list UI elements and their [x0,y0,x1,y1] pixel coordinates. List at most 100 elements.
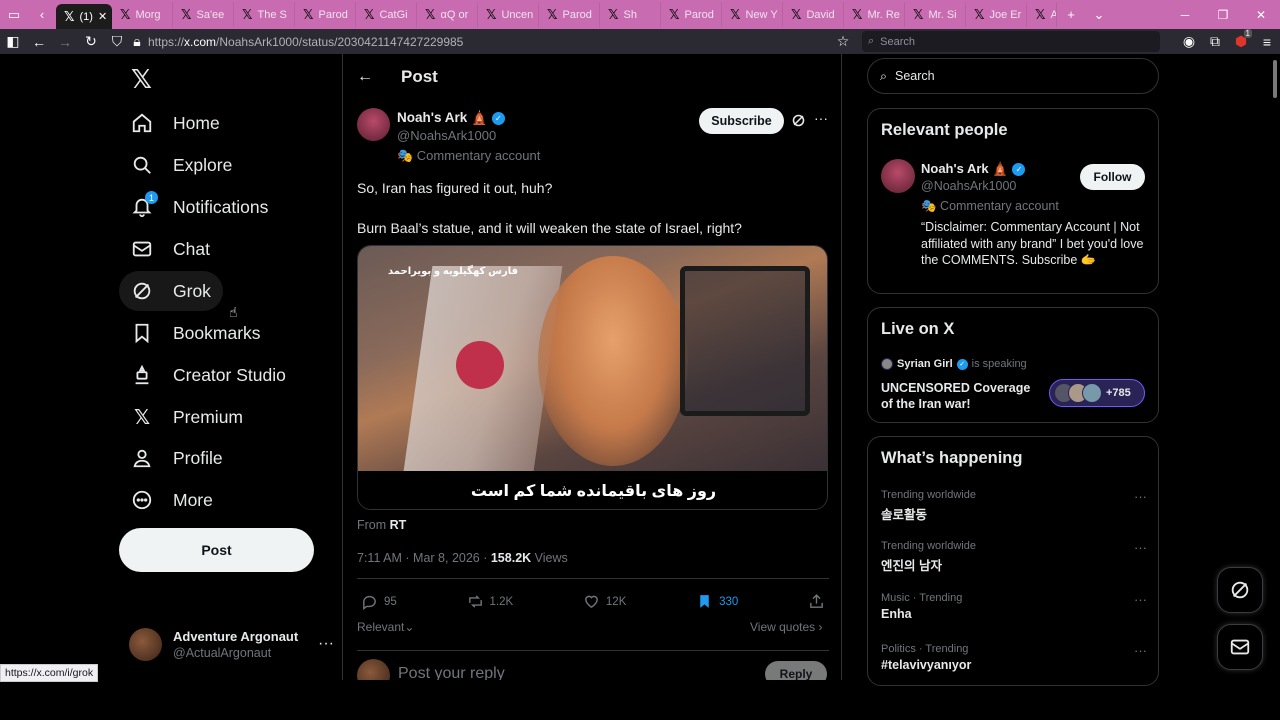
browser-tab[interactable]: 𝕏 CatGi [356,2,417,27]
post-button[interactable]: Post [119,528,314,572]
menu-icon[interactable]: ≡ [1254,29,1280,54]
person-handle[interactable]: @NoahsArk1000 [921,179,1016,193]
messages-floating-button[interactable] [1217,624,1263,670]
browser-tab[interactable]: 𝕏A [1027,2,1057,27]
minimize-icon[interactable]: ─ [1166,0,1204,29]
tab-list-icon[interactable]: ⌄ [1085,0,1113,29]
more-dots-icon[interactable]: ··· [318,635,334,653]
nav-creator-studio[interactable]: Creator Studio [119,355,298,395]
browser-tab[interactable]: 𝕏 Sa'ee [173,2,234,27]
nav-notifications[interactable]: 1 Notifications [119,187,280,227]
browser-tab[interactable]: 𝕏 Morg [112,2,173,27]
author-avatar[interactable] [357,108,390,141]
close-tab-icon[interactable]: ✕ [98,10,111,23]
bookmark-button[interactable]: 330 [696,593,738,610]
nav-grok[interactable]: Grok [119,271,223,311]
forward-icon[interactable]: → [52,29,78,54]
reply-input[interactable]: Post your reply [398,665,505,680]
nav-explore[interactable]: Explore [119,145,244,185]
nav-profile[interactable]: Profile [119,438,235,478]
live-listeners[interactable]: +785 [1049,379,1145,407]
avatar [357,659,390,680]
trend-item[interactable]: Music · Trending Enha ··· [881,592,1147,621]
nav-chat[interactable]: Chat [119,229,222,269]
browser-tab[interactable]: 𝕏 Uncen [478,2,539,27]
grok-icon[interactable] [791,113,806,133]
lock-icon[interactable]: 🔒︎ [130,29,144,54]
x-logo-icon[interactable]: 𝕏 [131,64,152,95]
subscribe-button[interactable]: Subscribe [699,108,784,134]
browser-tab[interactable]: 𝕏 Mr. Si [905,2,966,27]
browser-tab[interactable]: 𝕏 Mr. Re [844,2,905,27]
extensions-icon[interactable]: ⧉ [1202,29,1228,54]
back-icon[interactable]: ← [26,29,52,54]
x-logo-icon: 𝕏 [608,6,619,22]
tab-overview-icon[interactable]: ▭ [0,0,28,29]
browser-tab[interactable]: 𝕏 Sh [600,2,661,27]
grok-floating-button[interactable] [1217,567,1263,613]
browser-tab[interactable]: 𝕏 Parod [295,2,356,27]
sidebar-toggle-icon[interactable]: ◧ [0,29,26,54]
person-name-text: Noah's Ark 🛕 [921,161,1009,176]
account-switcher[interactable]: Adventure Argonaut @ActualArgonaut ··· [129,624,334,664]
share-button[interactable] [808,593,825,610]
more-dots-icon[interactable]: ··· [1134,489,1147,504]
back-arrow-icon[interactable]: ← [357,68,373,86]
post-timestamp[interactable]: 7:11 AM · Mar 8, 2026 · [357,551,491,565]
account-icon[interactable]: ◉ [1176,29,1202,54]
author-name[interactable]: Noah's Ark 🛕 ✓ [397,110,505,126]
trend-item[interactable]: Trending worldwide 솔로활동 ··· [881,489,1147,523]
browser-tab[interactable]: 𝕏 Parod [539,2,600,27]
address-bar[interactable]: https://x.com/NoahsArk1000/status/203042… [148,35,808,49]
bookmark-star-icon[interactable]: ☆ [830,29,856,54]
browser-search-input[interactable]: ⌕ Search [862,31,1160,52]
right-sidebar: ⌕ Search Relevant people Noah's Ark 🛕 ✓ @N… [842,54,1280,686]
nav-home-label: Home [173,112,220,133]
nav-more[interactable]: More [119,480,225,520]
browser-tab[interactable]: 𝕏αQ or [417,2,478,27]
person-name[interactable]: Noah's Ark 🛕 ✓ [921,161,1026,177]
tab-title: αQ or [440,8,469,21]
trend-category: Trending worldwide [881,540,976,552]
shield-icon[interactable]: ⛉ [104,29,130,54]
browser-tab[interactable]: 𝕏 Parod [661,2,722,27]
browser-tab[interactable]: 𝕏 New Y [722,2,783,27]
author-handle[interactable]: @NoahsArk1000 [397,128,496,143]
reply-button[interactable]: 95 [361,593,397,610]
trend-item[interactable]: Politics · Trending #telavivyanıyor ··· [881,643,1147,672]
page-scrollbar[interactable] [1273,60,1277,98]
from-source[interactable]: RT [390,518,407,532]
browser-tab[interactable]: 𝕏 Joe Er [966,2,1027,27]
follow-button[interactable]: Follow [1080,164,1145,190]
card-title: Live on X [881,320,955,338]
more-dots-icon[interactable]: ··· [1134,643,1147,658]
nav-home[interactable]: Home [119,103,232,143]
creator-studio-icon [131,364,153,386]
ublock-icon[interactable]: ⬢ 1 [1228,29,1254,54]
sort-replies-dropdown[interactable]: Relevant⌄ [357,620,414,634]
reply-submit-button[interactable]: Reply [765,661,827,680]
tab-scroll-left-icon[interactable]: ‹ [28,0,56,29]
grok-icon [131,280,153,302]
more-dots-icon[interactable]: ··· [814,110,828,126]
repost-button[interactable]: 1.2K [467,593,513,610]
browser-tab-active[interactable]: 𝕏 (1) ✕ [56,4,112,29]
avatar[interactable] [881,159,915,193]
window-close-icon[interactable]: ✕ [1242,0,1280,29]
nav-premium[interactable]: 𝕏 Premium [119,397,255,437]
post-media-video[interactable]: فارس کهگیلویه و بویراحمد روز های باقیمان… [357,245,828,510]
search-input[interactable]: ⌕ Search [867,58,1159,94]
new-tab-icon[interactable]: + [1057,0,1085,29]
nav-bookmarks[interactable]: Bookmarks [119,313,273,353]
browser-toolbar: ◧ ← → ↻ ⛉ 🔒︎ https://x.com/NoahsArk1000/… [0,29,1280,54]
browser-tab[interactable]: 𝕏 The S [234,2,295,27]
maximize-icon[interactable]: ❐ [1204,0,1242,29]
more-dots-icon[interactable]: ··· [1134,540,1147,555]
like-button[interactable]: 12K [583,593,626,610]
trend-item[interactable]: Trending worldwide 엔진의 남자 ··· [881,540,1147,574]
reload-icon[interactable]: ↻ [78,29,104,54]
live-on-x-card[interactable]: Live on X Syrian Girl ✓ is speaking UNCENS… [867,307,1159,423]
more-dots-icon[interactable]: ··· [1134,592,1147,607]
browser-tab[interactable]: 𝕏 David [783,2,844,27]
view-quotes-link[interactable]: View quotes › [750,620,823,634]
